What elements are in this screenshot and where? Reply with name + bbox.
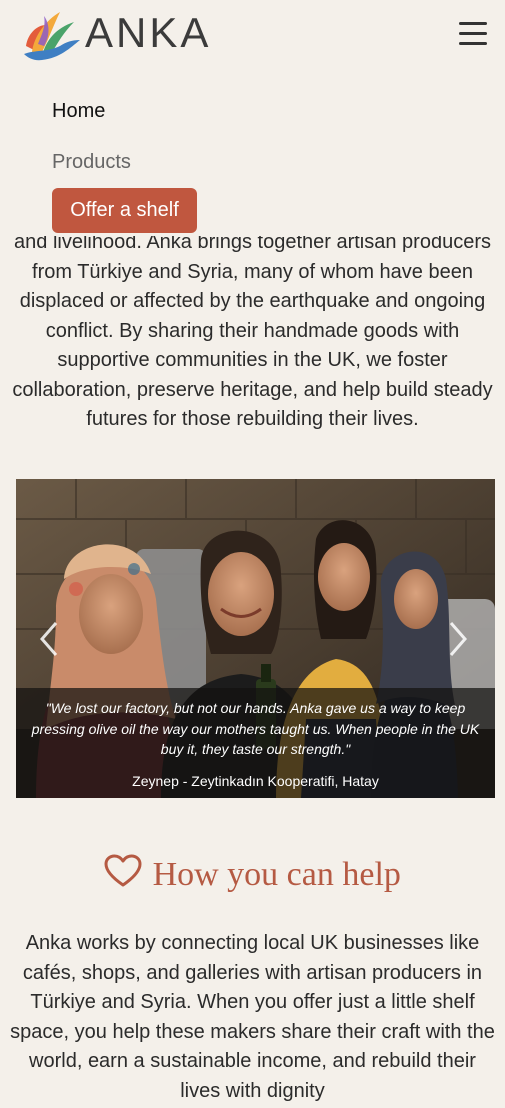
nav-item-products[interactable]: Products	[52, 151, 131, 174]
offer-a-shelf-button[interactable]: Offer a shelf	[52, 188, 197, 233]
heart-icon	[104, 854, 142, 887]
anka-bird-logo-icon[interactable]	[20, 6, 82, 62]
help-heading: How you can help	[0, 854, 505, 900]
page: ANKA Home Products Offer a shelf and liv…	[0, 0, 505, 1108]
chevron-left-icon[interactable]	[34, 619, 64, 659]
testimonial-quote: "We lost our factory, but not our hands.…	[31, 700, 480, 757]
help-paragraph: Anka works by connecting local UK busine…	[10, 932, 495, 1102]
chevron-right-icon[interactable]	[443, 619, 473, 659]
testimonial-carousel: "We lost our factory, but not our hands.…	[16, 479, 495, 798]
menu-bar	[459, 32, 487, 35]
hamburger-icon[interactable]	[459, 22, 487, 46]
site-header: ANKA	[0, 0, 505, 70]
nav-item-home[interactable]: Home	[52, 100, 105, 123]
menu-bar	[459, 22, 487, 25]
testimonial-attribution: Zeynep - Zeytinkadın Kooperatifi, Hatay	[132, 773, 379, 789]
intro-section: and livelihood. Anka brings together art…	[10, 236, 495, 448]
intro-paragraph: and livelihood. Anka brings together art…	[12, 236, 493, 430]
logo-wordmark[interactable]: ANKA	[85, 12, 211, 54]
help-title: How you can help	[152, 856, 401, 893]
menu-bar	[459, 42, 487, 45]
carousel-caption: "We lost our factory, but not our hands.…	[16, 688, 495, 798]
